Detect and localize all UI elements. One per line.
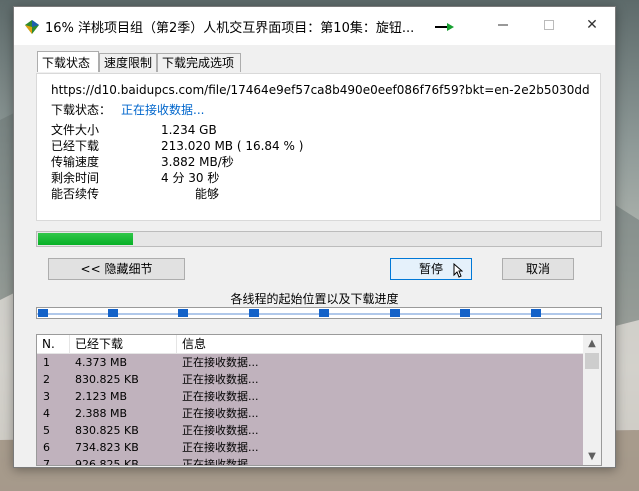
scroll-up-icon[interactable]: ▲ — [583, 335, 601, 352]
column-header-info[interactable]: 信息 — [177, 335, 583, 353]
info-label: 文件大小 — [51, 123, 100, 137]
thread-segment — [460, 309, 470, 317]
cell-downloaded: 926.825 KB — [75, 458, 139, 466]
hide-details-button[interactable]: << 隐藏细节 — [48, 258, 185, 280]
cell-info: 正在接收数据... — [182, 441, 259, 454]
vertical-scrollbar[interactable]: ▲ ▼ — [583, 335, 601, 465]
status-label: 下载状态： — [51, 103, 112, 117]
info-value: 1.234 GB — [161, 123, 217, 137]
table-row[interactable]: 5 830.825 KB 正在接收数据... — [37, 422, 583, 439]
thread-segment — [531, 309, 541, 317]
app-logo-icon — [25, 20, 39, 34]
info-label: 能否续传 — [51, 187, 100, 201]
cell-downloaded: 830.825 KB — [75, 424, 139, 437]
list-header: N. 已经下载 信息 — [37, 335, 583, 354]
download-url: https://d10.baidupcs.com/file/17464e9ef5… — [51, 83, 589, 97]
table-row[interactable]: 6 734.823 KB 正在接收数据... — [37, 439, 583, 456]
cancel-button[interactable]: 取消 — [502, 258, 574, 280]
table-row[interactable]: 3 2.123 MB 正在接收数据... — [37, 388, 583, 405]
cell-info: 正在接收数据... — [182, 424, 259, 437]
mouse-cursor-icon — [453, 263, 463, 278]
download-window: 16% 洋桃项目组（第2季）人机交互界面项目：第10集：旋钮... ✕ 下载状态… — [13, 6, 616, 468]
info-label: 剩余时间 — [51, 171, 100, 185]
close-button[interactable]: ✕ — [569, 7, 615, 45]
thread-segment — [249, 309, 259, 317]
column-header-downloaded[interactable]: 已经下载 — [70, 335, 177, 353]
cell-info: 正在接收数据... — [182, 390, 259, 403]
table-row[interactable]: 2 830.825 KB 正在接收数据... — [37, 371, 583, 388]
cell-downloaded: 4.373 MB — [75, 356, 128, 369]
cell-downloaded: 2.123 MB — [75, 390, 128, 403]
table-row[interactable]: 1 4.373 MB 正在接收数据... — [37, 354, 583, 371]
status-line: 下载状态： 正在接收数据... — [51, 101, 204, 118]
thread-segment — [390, 309, 400, 317]
cell-n: 3 — [43, 390, 50, 403]
pause-button[interactable]: 暂停 — [390, 258, 472, 280]
cell-downloaded: 734.823 KB — [75, 441, 139, 454]
scroll-down-icon[interactable]: ▼ — [583, 448, 601, 465]
cell-n: 4 — [43, 407, 50, 420]
progress-fill — [38, 233, 133, 245]
scroll-thumb[interactable] — [585, 353, 599, 369]
thread-segment — [38, 309, 48, 317]
thread-segment — [319, 309, 329, 317]
info-label: 已经下载 — [51, 139, 100, 153]
cell-info: 正在接收数据... — [182, 373, 259, 386]
info-value: 213.020 MB ( 16.84 % ) — [161, 139, 304, 153]
maximize-button[interactable] — [526, 7, 572, 45]
tab-speed-limit[interactable]: 速度限制 — [99, 53, 157, 72]
client-area: 下载状态 速度限制 下载完成选项 https://d10.baidupcs.co… — [14, 45, 615, 467]
status-value: 正在接收数据... — [121, 103, 205, 117]
cell-info: 正在接收数据... — [182, 407, 259, 420]
info-value: 4 分 30 秒 — [161, 171, 220, 185]
threads-progress-bar — [36, 307, 602, 319]
cell-n: 2 — [43, 373, 50, 386]
status-panel: https://d10.baidupcs.com/file/17464e9ef5… — [36, 73, 601, 221]
cell-downloaded: 830.825 KB — [75, 373, 139, 386]
title-bar[interactable]: 16% 洋桃项目组（第2季）人机交互界面项目：第10集：旋钮... ✕ — [14, 7, 615, 45]
window-title: 16% 洋桃项目组（第2季）人机交互界面项目：第10集：旋钮... — [45, 21, 415, 36]
download-progress-bar — [36, 231, 602, 247]
column-header-n[interactable]: N. — [37, 335, 70, 353]
minimize-icon — [498, 24, 508, 26]
cell-n: 7 — [43, 458, 50, 466]
cell-downloaded: 2.388 MB — [75, 407, 128, 420]
close-icon: ✕ — [586, 17, 598, 33]
thread-segment — [108, 309, 118, 317]
thread-rows: 1 4.373 MB 正在接收数据... 2 830.825 KB 正在接收数据... 3 2… — [37, 354, 583, 466]
info-value: 3.882 MB/秒 — [161, 155, 234, 169]
info-label: 传输速度 — [51, 155, 100, 169]
cell-info: 正在接收数据... — [182, 356, 259, 369]
table-row[interactable]: 4 2.388 MB 正在接收数据... — [37, 405, 583, 422]
info-value: 能够 — [195, 187, 220, 201]
cell-n: 1 — [43, 356, 50, 369]
pause-label: 暂停 — [418, 262, 443, 276]
threads-caption: 各线程的起始位置以及下载进度 — [230, 292, 399, 306]
maximize-icon — [544, 20, 554, 30]
cell-n: 5 — [43, 424, 50, 437]
cell-n: 6 — [43, 441, 50, 454]
cell-info: 正在接收数据... — [182, 458, 259, 466]
thread-segment — [178, 309, 188, 317]
table-row[interactable]: 7 926.825 KB 正在接收数据... — [37, 456, 583, 466]
arrow-right-icon — [435, 23, 454, 31]
tab-completion-options[interactable]: 下载完成选项 — [157, 53, 241, 72]
tab-download-status[interactable]: 下载状态 — [37, 51, 99, 72]
minimize-button[interactable] — [480, 7, 526, 45]
thread-list[interactable]: N. 已经下载 信息 1 4.373 MB 正在接收数据... 2 830.825 KB… — [36, 334, 602, 466]
